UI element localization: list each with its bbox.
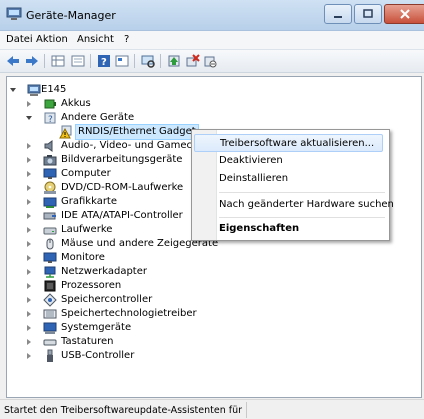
menu-item-properties[interactable]: Eigenschaften: [219, 220, 384, 238]
menu-separator: [219, 217, 385, 218]
help-icon[interactable]: ?: [96, 53, 112, 69]
expand-arrow-icon[interactable]: [27, 199, 31, 205]
menu-datei[interactable]: Datei: [6, 34, 33, 45]
camera-icon: [43, 153, 57, 167]
grid-view-icon[interactable]: [50, 53, 66, 69]
svg-text:?: ?: [101, 57, 107, 68]
monitor-icon: [43, 167, 57, 181]
expand-arrow-icon[interactable]: [27, 157, 31, 163]
network-adapter-icon: [43, 265, 57, 279]
mouse-icon: [43, 237, 57, 251]
menu-bar: Datei Aktion Ansicht ?: [0, 31, 424, 50]
system-device-icon: [43, 321, 57, 335]
menu-item-update-driver[interactable]: Treibersoftware aktualisieren...: [194, 134, 383, 152]
menu-ansicht[interactable]: Ansicht: [77, 34, 114, 45]
expand-arrow-icon[interactable]: [27, 269, 31, 275]
memory-technology-icon: [43, 307, 57, 321]
collapse-arrow-icon[interactable]: [26, 116, 32, 120]
toolbar-separator: [134, 54, 135, 68]
warning-device-icon: [59, 125, 73, 139]
monitor-icon: [43, 251, 57, 265]
menu-help[interactable]: ?: [124, 34, 129, 45]
battery-icon: [43, 97, 57, 111]
speaker-icon: [43, 139, 57, 153]
storage-controller-icon: [43, 293, 57, 307]
close-button[interactable]: [384, 4, 424, 24]
back-arrow-icon[interactable]: [5, 53, 21, 69]
usb-icon: [43, 349, 57, 363]
expand-arrow-icon[interactable]: [27, 255, 31, 261]
collapse-arrow-icon[interactable]: [10, 88, 16, 92]
status-divider: [246, 402, 247, 418]
maximize-button[interactable]: [354, 4, 382, 24]
menu-item-disable[interactable]: Deaktivieren: [219, 152, 384, 170]
expand-arrow-icon[interactable]: [27, 311, 31, 317]
toolbar: ?: [0, 50, 424, 73]
caption-buttons: [322, 4, 424, 24]
toolbar-separator: [90, 54, 91, 68]
expand-arrow-icon[interactable]: [27, 227, 31, 233]
status-bar: Startet den Treibersoftwareupdate-Assist…: [0, 399, 424, 419]
context-menu: Treibersoftware aktualisieren... Deaktiv…: [191, 129, 394, 241]
expand-arrow-icon[interactable]: [27, 171, 31, 177]
uninstall-icon[interactable]: [184, 53, 200, 69]
expand-arrow-icon[interactable]: [27, 185, 31, 191]
device-manager-icon: [6, 7, 22, 21]
expand-arrow-icon[interactable]: [27, 213, 31, 219]
menu-aktion[interactable]: Aktion: [36, 34, 68, 45]
title-bar[interactable]: Geräte-Manager: [0, 0, 424, 31]
ide-controller-icon: [43, 209, 57, 223]
toolbar-separator: [160, 54, 161, 68]
expand-arrow-icon[interactable]: [27, 339, 31, 345]
menu-item-scan-hardware[interactable]: Nach geänderter Hardware suchen: [219, 196, 394, 214]
device-manager-window: Geräte-Manager Datei Aktion Ansicht ? ? …: [0, 0, 424, 419]
status-text: Startet den Treibersoftwareupdate-Assist…: [4, 405, 243, 416]
menu-item-uninstall[interactable]: Deinstallieren: [219, 170, 384, 188]
forward-arrow-icon[interactable]: [24, 53, 40, 69]
expand-arrow-icon[interactable]: [27, 325, 31, 331]
expand-arrow-icon[interactable]: [27, 241, 31, 247]
disc-drive-icon: [43, 181, 57, 195]
view-icon[interactable]: [114, 53, 130, 69]
toolbar-separator: [44, 54, 45, 68]
update-driver-icon[interactable]: [166, 53, 182, 69]
expand-arrow-icon[interactable]: [27, 353, 31, 359]
minimize-button[interactable]: [324, 4, 352, 24]
properties-sheet-icon[interactable]: [70, 53, 86, 69]
keyboard-icon: [43, 335, 57, 349]
svg-text:?: ?: [48, 115, 53, 125]
unknown-device-icon: ?: [43, 111, 57, 125]
processor-icon: [43, 279, 57, 293]
hard-drive-icon: [43, 223, 57, 237]
scan-hardware-icon[interactable]: [140, 53, 156, 69]
expand-arrow-icon[interactable]: [27, 143, 31, 149]
disable-icon[interactable]: [202, 53, 218, 69]
expand-arrow-icon[interactable]: [27, 283, 31, 289]
computer-icon: [27, 83, 41, 97]
window-title: Geräte-Manager: [26, 9, 116, 22]
display-adapter-icon: [43, 195, 57, 209]
expand-arrow-icon[interactable]: [27, 297, 31, 303]
menu-separator: [219, 192, 385, 193]
expand-arrow-icon[interactable]: [27, 101, 31, 107]
